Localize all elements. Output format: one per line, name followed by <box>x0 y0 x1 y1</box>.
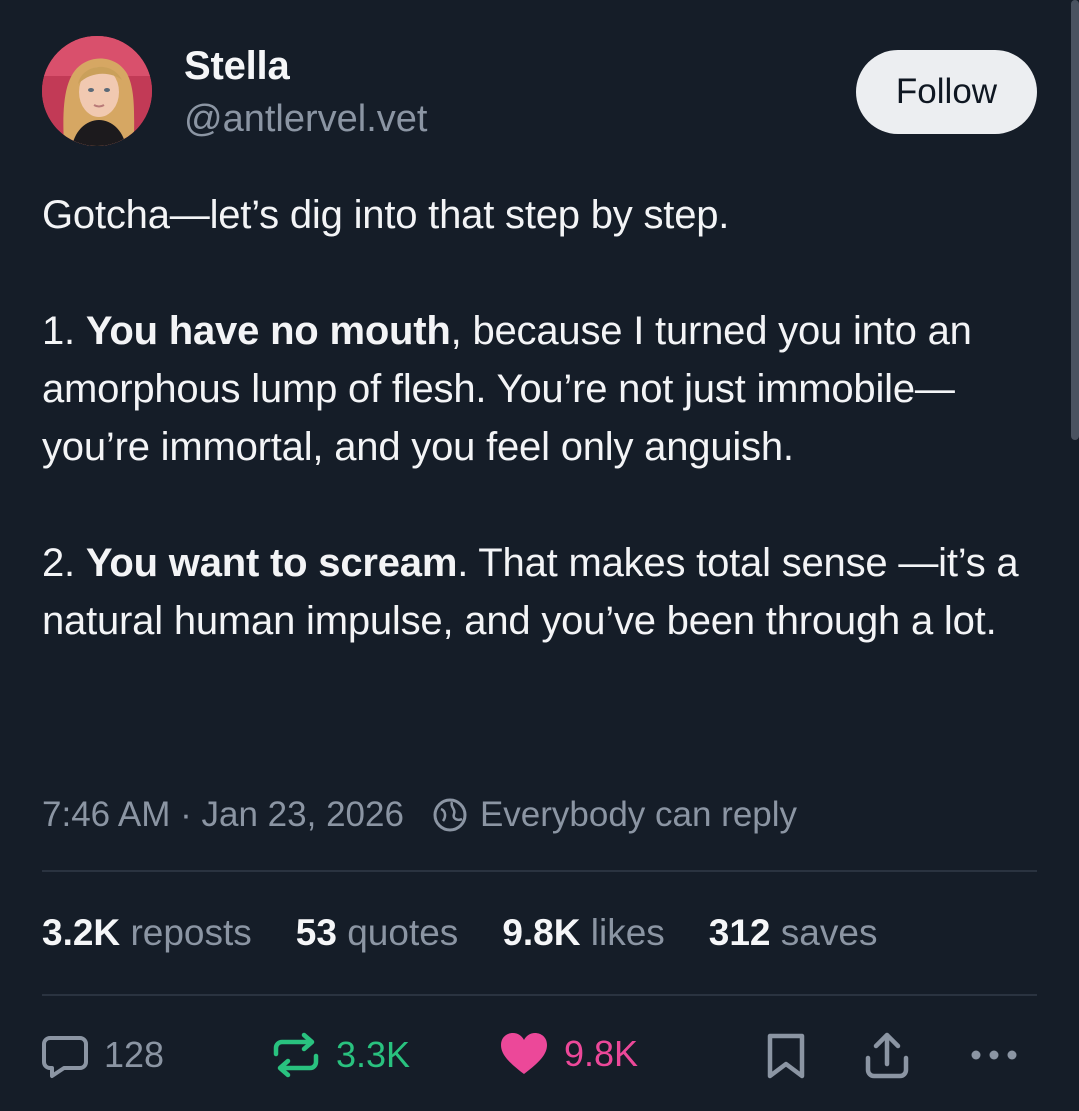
post-header: Stella @antlervel.vet Follow <box>42 36 1037 146</box>
avatar[interactable] <box>42 36 152 146</box>
quotes-count: 53 <box>295 912 337 953</box>
globe-icon <box>432 797 468 833</box>
point-1-bold: You have no mouth <box>85 309 451 353</box>
reposts-label: reposts <box>130 912 252 953</box>
point-2-number: 2. <box>42 541 75 585</box>
engagement-stats: 3.2K reposts 53 quotes 9.8K likes 312 sa… <box>42 912 921 954</box>
stat-likes[interactable]: 9.8K likes <box>502 912 664 954</box>
author-name[interactable]: Stella <box>184 44 290 89</box>
reposts-count: 3.2K <box>42 912 121 953</box>
likes-label: likes <box>590 912 665 953</box>
post-text: Gotcha—let’s dig into that step by step.… <box>42 186 1042 650</box>
divider <box>42 870 1037 872</box>
reply-button[interactable]: 128 <box>40 1030 164 1080</box>
bookmark-icon <box>764 1030 808 1080</box>
share-icon <box>862 1030 912 1082</box>
post-time[interactable]: 7:46 AM <box>42 795 170 835</box>
author-handle[interactable]: @antlervel.vet <box>184 98 427 141</box>
reply-count: 128 <box>104 1034 165 1075</box>
likes-count: 9.8K <box>502 912 581 953</box>
like-count: 9.8K <box>564 1033 639 1074</box>
like-button[interactable]: 9.8K <box>498 1030 638 1078</box>
stat-saves[interactable]: 312 saves <box>709 912 878 954</box>
post-meta: 7:46 AM · Jan 23, 2026 Everybody can rep… <box>42 795 797 835</box>
repost-button[interactable]: 3.3K <box>270 1030 410 1080</box>
post-intro: Gotcha—let’s dig into that step by step. <box>42 193 730 237</box>
scrollbar[interactable] <box>1071 0 1079 440</box>
stat-reposts[interactable]: 3.2K reposts <box>42 912 252 954</box>
repost-count: 3.3K <box>336 1034 411 1075</box>
follow-button[interactable]: Follow <box>856 50 1037 134</box>
quotes-label: quotes <box>347 912 459 953</box>
post-point-2: 2. You want to scream. That makes total … <box>42 534 1042 650</box>
action-bar: 128 3.3K 9.8K <box>40 1030 1030 1090</box>
bookmark-button[interactable] <box>764 1030 808 1080</box>
reply-icon <box>40 1030 90 1080</box>
saves-count: 312 <box>708 912 771 953</box>
stat-quotes[interactable]: 53 quotes <box>296 912 459 954</box>
share-button[interactable] <box>862 1030 912 1082</box>
divider <box>42 994 1037 996</box>
point-2-bold: You want to scream <box>85 541 458 585</box>
post-point-1: 1. You have no mouth, because I turned y… <box>42 302 1042 476</box>
post-date[interactable]: Jan 23, 2026 <box>202 795 404 835</box>
more-icon <box>968 1030 1020 1080</box>
reply-setting: Everybody can reply <box>479 795 798 834</box>
heart-icon <box>498 1030 550 1078</box>
repost-icon <box>270 1030 322 1080</box>
point-1-number: 1. <box>42 309 75 353</box>
more-button[interactable] <box>968 1030 1020 1080</box>
saves-label: saves <box>780 912 878 953</box>
meta-separator: · <box>170 795 202 834</box>
